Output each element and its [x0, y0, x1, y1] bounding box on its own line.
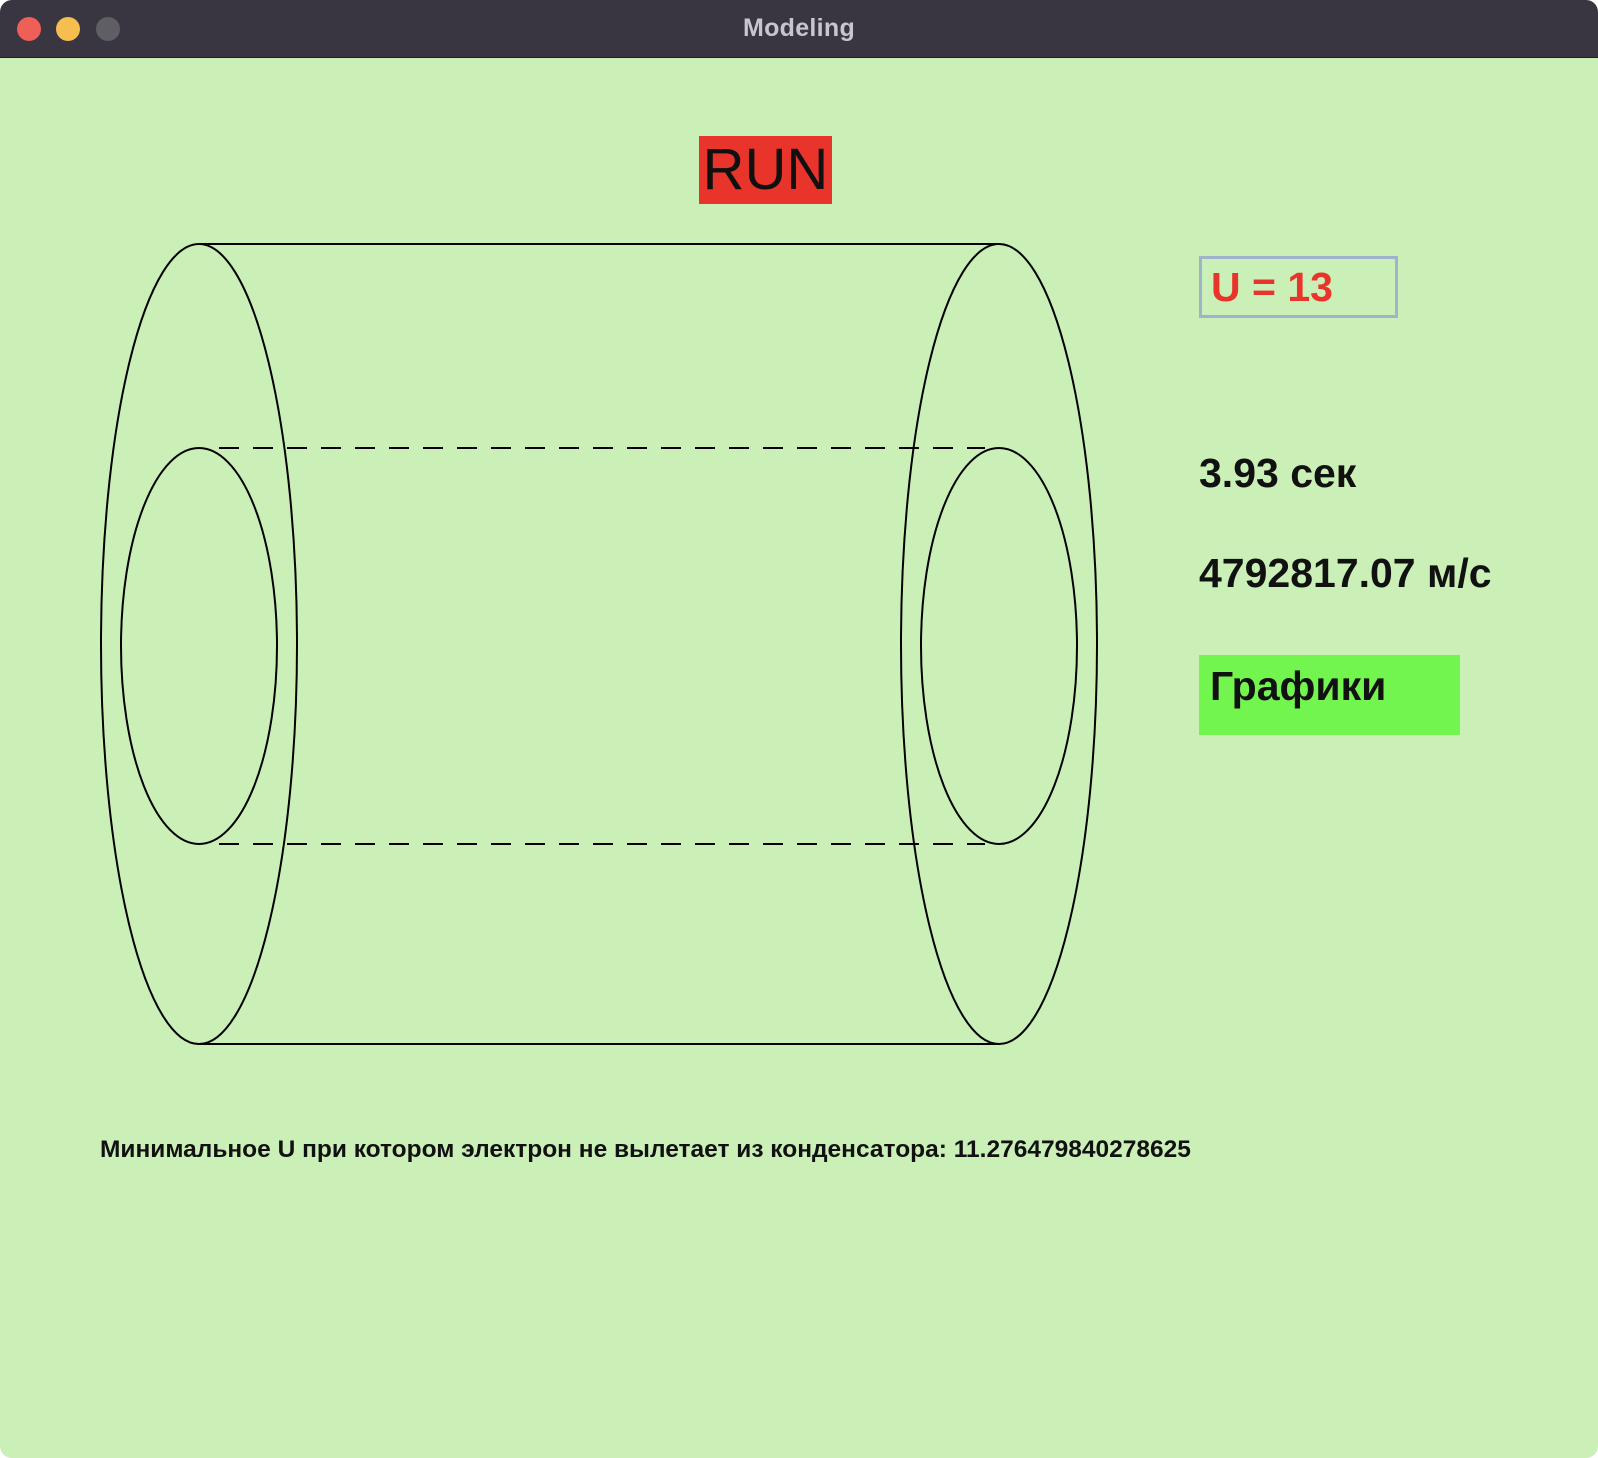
outer-left-ellipse	[100, 243, 298, 1045]
speed-readout: 4792817.07 м/с	[1199, 550, 1492, 596]
app-window: Modeling RUN U = 13 3.93 сек 4792817.07 …	[0, 0, 1598, 1458]
inner-left-ellipse	[120, 447, 278, 845]
run-button[interactable]: RUN	[699, 136, 832, 204]
time-readout: 3.93 сек	[1199, 450, 1357, 496]
min-voltage-result: Минимальное U при котором электрон не вы…	[100, 1136, 1191, 1163]
title-bar: Modeling	[0, 0, 1598, 58]
modeling-canvas: RUN U = 13 3.93 сек 4792817.07 м/с Графи…	[0, 57, 1598, 1458]
window-title: Modeling	[742, 14, 856, 42]
voltage-input[interactable]: U = 13	[1199, 256, 1398, 318]
charts-button[interactable]: Графики	[1199, 655, 1460, 735]
outer-right-ellipse	[900, 243, 1098, 1045]
inner-right-ellipse	[920, 447, 1078, 845]
